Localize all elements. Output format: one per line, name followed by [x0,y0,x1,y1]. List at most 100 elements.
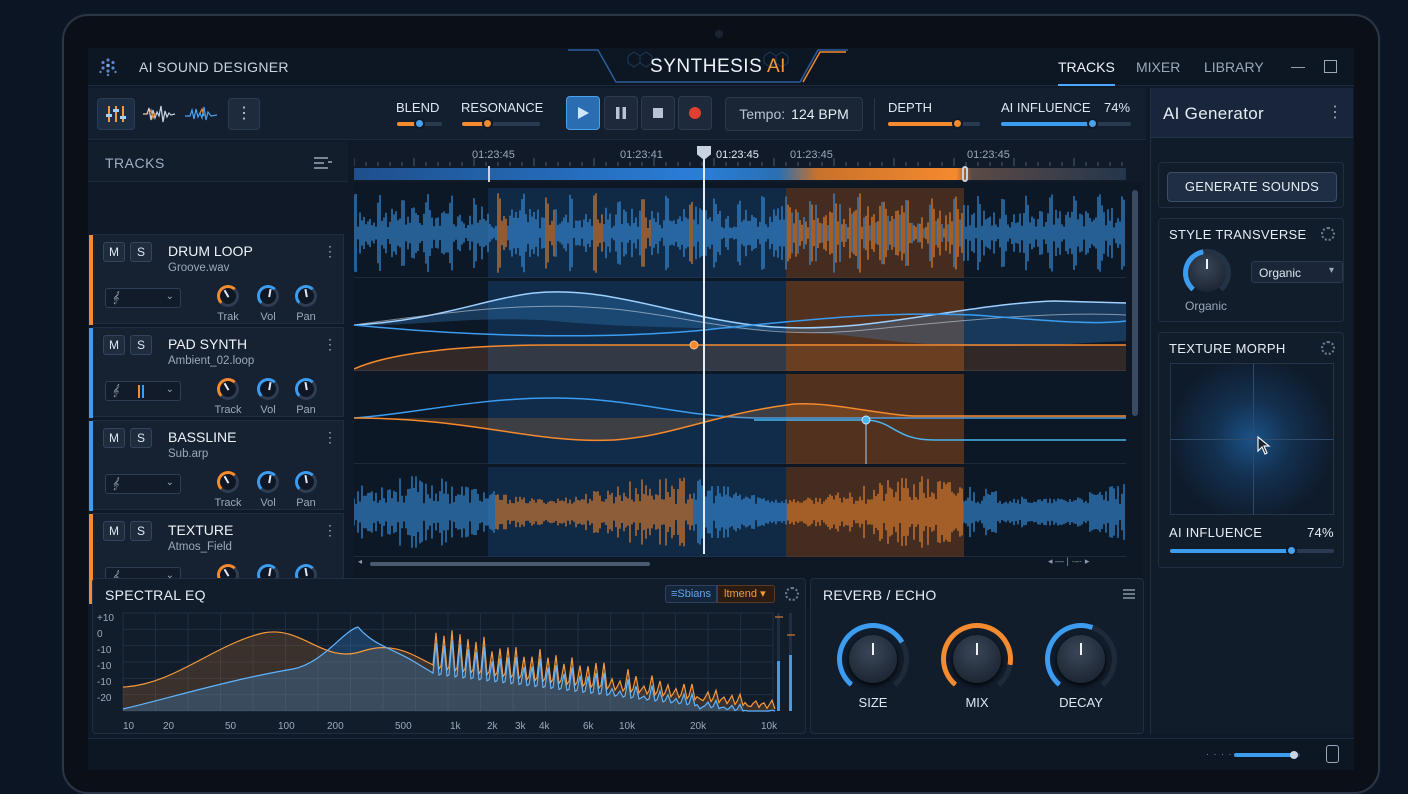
solo-button[interactable]: S [130,335,152,355]
track-more-icon[interactable]: ⋮ [323,522,337,539]
tracks-header-label: TRACKS [105,155,165,171]
track-more-icon[interactable]: ⋮ [323,429,337,446]
play-button[interactable] [566,96,600,130]
mixer-sliders-icon[interactable] [97,98,135,130]
nav-library[interactable]: LIBRARY [1204,59,1264,75]
eq-mode-dropdown[interactable]: ltmend ▾ [717,585,775,603]
size-knob[interactable] [837,623,909,695]
pause-button[interactable] [604,96,638,130]
style-knob-label: Organic [1185,299,1228,313]
ai-influence-side-slider[interactable] [1170,545,1334,556]
texture-morph-panel: TEXTURE MORPH AI INFLUENCE 74% [1158,332,1344,568]
ai-generator-more-icon[interactable]: ⋮ [1327,102,1343,122]
generate-sounds-button[interactable]: GENERATE SOUNDS [1167,172,1337,202]
texture-waveform [353,467,1125,557]
minimize-icon[interactable]: — [1290,59,1306,75]
lane-pad-synth[interactable] [353,281,1127,371]
solo-button[interactable]: S [130,428,152,448]
eq-x-tick: 20 [163,721,175,732]
zoom-slider-knob[interactable] [1290,751,1298,759]
spectrum-icon[interactable] [182,98,220,130]
track-more-icon[interactable]: ⋮ [323,336,337,353]
ai-influence-slider[interactable] [1001,118,1131,129]
zoom-slider[interactable] [1234,751,1300,759]
waveform-icon[interactable] [140,98,178,130]
pan-knob-label: Pan [296,404,316,416]
track-item[interactable]: M S BASSLINE Sub.arp ⋮ 𝄞 ⌄ Track Vol Pan [89,420,344,511]
decay-knob[interactable] [1045,623,1117,695]
eq-x-tick: 3k [515,721,527,732]
maximize-icon[interactable] [1324,60,1337,73]
track-knob[interactable] [217,285,239,307]
ai-influence-side-knob[interactable] [1286,545,1297,556]
eq-mode-button[interactable]: ≡Sbians [665,585,717,603]
depth-slider-knob[interactable] [952,118,963,129]
pan-knob[interactable] [295,471,317,493]
blend-label: BLEND [396,100,440,115]
track-more-icon[interactable]: ⋮ [323,243,337,260]
mute-button[interactable]: M [103,335,125,355]
lane-texture[interactable] [353,467,1126,557]
lane-bassline[interactable] [353,374,1126,464]
region-marker[interactable] [962,166,968,182]
record-button[interactable] [678,96,712,130]
depth-slider[interactable] [888,118,980,129]
eq-y-tick: +10 [97,613,114,624]
style-dropdown[interactable]: Organic ▾ [1251,261,1343,283]
device-icon[interactable] [1326,745,1339,763]
playhead[interactable] [703,148,705,554]
track-knob[interactable] [217,378,239,400]
tracks-header: TRACKS [88,142,348,182]
filter-list-icon[interactable] [314,156,332,170]
vertical-scrollbar[interactable] [1132,190,1138,416]
ai-generator-sidebar: AI Generator ⋮ GENERATE SOUNDS STYLE TRA… [1150,88,1353,734]
track-knob[interactable] [217,471,239,493]
region-marker[interactable] [488,166,490,182]
track-input-select[interactable]: 𝄞 ⌄ [105,288,181,308]
pan-knob[interactable] [295,285,317,307]
solo-button[interactable]: S [130,242,152,262]
texture-morph-title: TEXTURE MORPH [1169,341,1286,356]
region-bar[interactable] [354,168,1126,180]
decay-label: DECAY [1059,695,1103,710]
volume-knob[interactable] [257,285,279,307]
track-input-select[interactable]: 𝄞 ⌄ [105,474,181,494]
texture-settings-icon[interactable] [1321,341,1335,355]
horizontal-scrollbar[interactable]: ◂ ◂ — | ·–· ▸ [358,556,1118,569]
solo-button[interactable]: S [130,521,152,541]
mute-button[interactable]: M [103,242,125,262]
blend-slider[interactable] [397,118,442,129]
nav-mixer[interactable]: MIXER [1136,59,1180,75]
resonance-slider[interactable] [462,118,540,129]
track-item[interactable]: M S PAD SYNTH Ambient_02.loop ⋮ 𝄞 ⌄ Track Vol Pan [89,327,344,418]
track-item[interactable]: M S DRUM LOOP Groove.wav ⋮ 𝄞 ⌄ Trak Vol Pan [89,234,344,325]
stop-button[interactable] [641,96,675,130]
resonance-slider-knob[interactable] [482,118,493,129]
eq-y-tick: 0 [97,629,103,640]
drum-waveform [353,188,1125,278]
ai-influence-slider-knob[interactable] [1087,118,1098,129]
lane-drum-loop[interactable] [353,188,1126,278]
mute-button[interactable]: M [103,521,125,541]
nav-tracks[interactable]: TRACKS [1058,59,1115,86]
style-settings-icon[interactable] [1321,227,1335,241]
blend-slider-knob[interactable] [414,118,425,129]
eq-spectrum-graph[interactable]: +10 0 -10 -10 -10 -20 10 20 50 100 200 500 1k 2k 3k 4k 6… [93,605,807,733]
eq-x-tick: 100 [278,721,295,732]
texture-morph-pad[interactable] [1170,363,1334,515]
toolbar-more-icon[interactable]: ⋮ [228,98,260,130]
eq-settings-icon[interactable] [785,587,799,601]
timeline-ruler[interactable]: 01:23:45 01:23:41 01:23:45 01:23:45 01:2… [354,142,1142,182]
pan-knob[interactable] [295,378,317,400]
volume-knob[interactable] [257,471,279,493]
volume-knob[interactable] [257,378,279,400]
mute-button[interactable]: M [103,428,125,448]
reverb-menu-icon[interactable] [1123,589,1135,599]
track-knob-label: Trak [217,311,239,323]
style-knob[interactable] [1183,249,1231,297]
track-input-select[interactable]: 𝄞 ⌄ [105,381,181,401]
tempo-display[interactable]: Tempo: 124 BPM [725,97,863,131]
timeline[interactable]: 01:23:45 01:23:41 01:23:45 01:23:45 01:2… [353,142,1142,610]
mix-knob[interactable] [941,623,1013,695]
stop-icon [653,108,663,118]
